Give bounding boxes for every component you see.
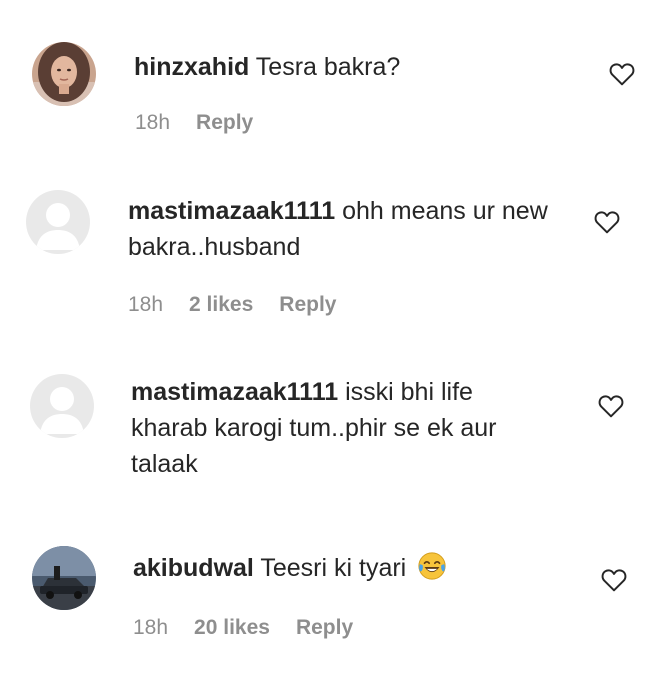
comment-username[interactable]: mastimazaak1111 (131, 378, 338, 406)
reply-button[interactable]: Reply (279, 292, 336, 318)
reply-button[interactable]: Reply (196, 110, 253, 136)
face-with-tears-of-joy-icon (418, 552, 446, 580)
comment-meta: 18h Reply (135, 110, 253, 136)
likes-count[interactable]: 20 likes (194, 615, 270, 641)
likes-count[interactable]: 2 likes (189, 292, 253, 318)
comment-time: 18h (135, 111, 171, 134)
avatar[interactable] (32, 42, 96, 106)
comment-body: mastimazaak1111 ohh means ur new bakra..… (128, 193, 548, 265)
heart-outline-icon[interactable] (598, 394, 624, 418)
avatar[interactable] (32, 546, 96, 610)
comment-username[interactable]: mastimazaak1111 (128, 197, 335, 225)
avatar-photo-woman (32, 42, 96, 106)
default-avatar-icon (26, 190, 90, 254)
comment-meta: 18h 20 likes Reply (133, 615, 353, 641)
comment-text: Teesri ki tyari (260, 554, 407, 582)
comment-username[interactable]: hinzxahid (134, 53, 249, 81)
heart-outline-icon[interactable] (594, 210, 620, 234)
comment-time: 18h (133, 616, 169, 639)
reply-button[interactable]: Reply (296, 615, 353, 641)
avatar[interactable] (26, 190, 90, 254)
heart-outline-icon[interactable] (601, 568, 627, 592)
default-avatar-icon (30, 374, 94, 438)
comment-username[interactable]: akibudwal (133, 554, 254, 582)
comment-meta: 18h 2 likes Reply (128, 292, 336, 318)
comment-body: akibudwal Teesri ki tyari (133, 550, 573, 586)
avatar[interactable] (30, 374, 94, 438)
comment-time: 18h (128, 293, 164, 316)
heart-outline-icon[interactable] (609, 62, 635, 86)
avatar-photo-car (32, 546, 96, 610)
comment-body: mastimazaak1111 isski bhi life kharab ka… (131, 374, 551, 482)
comment-body: hinzxahid Tesra bakra? (134, 49, 574, 85)
comment-text: Tesra bakra? (255, 53, 401, 81)
